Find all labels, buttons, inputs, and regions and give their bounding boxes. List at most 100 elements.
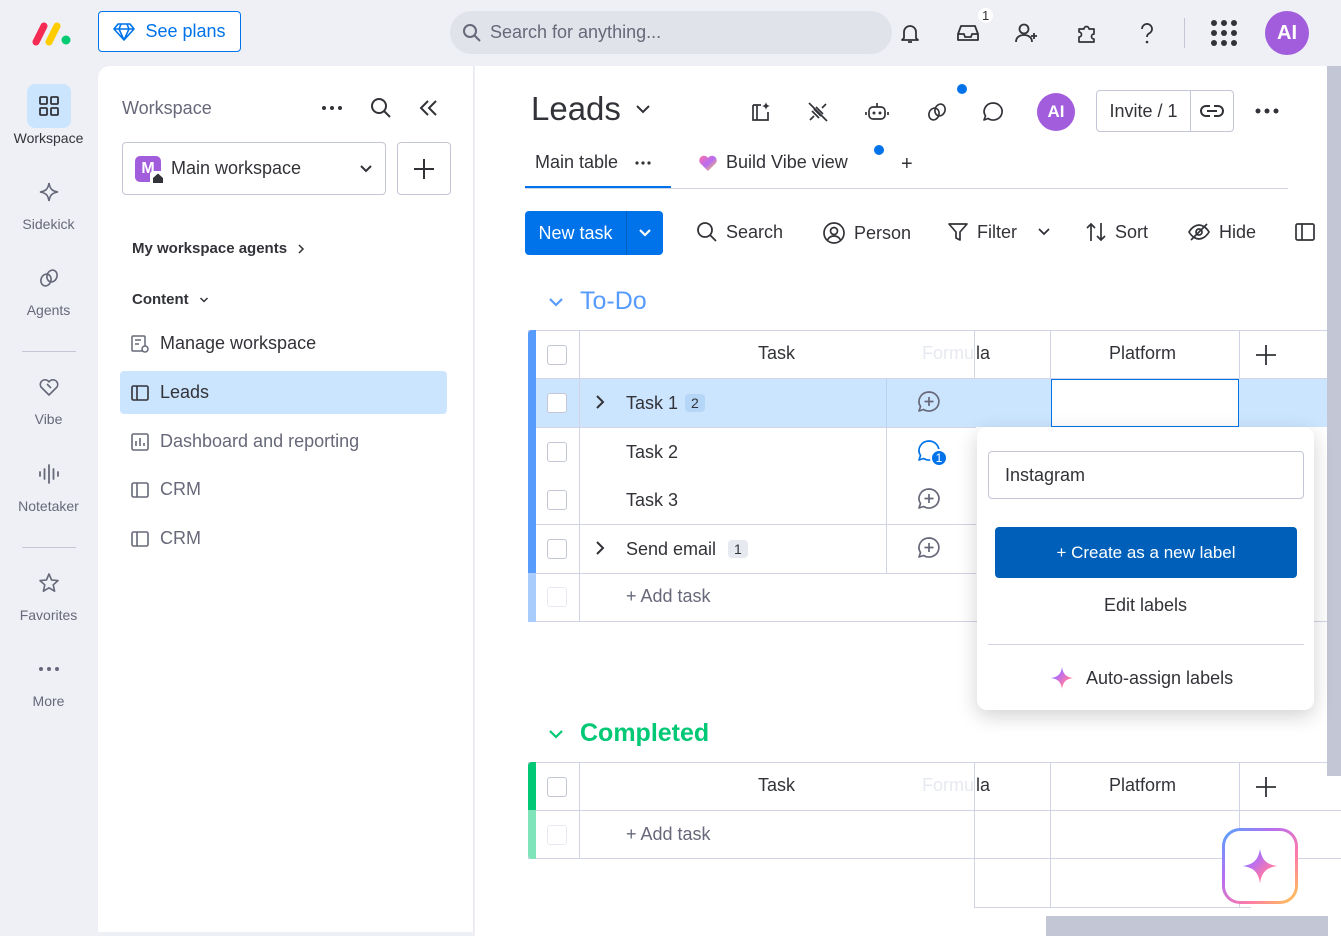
add-column-button[interactable]: [1255, 776, 1277, 798]
summary-row-line: [974, 907, 1251, 908]
rail-separator: [22, 351, 76, 352]
row-checkbox[interactable]: [547, 442, 567, 462]
task-name[interactable]: Send email: [626, 539, 716, 560]
row-checkbox[interactable]: [547, 539, 567, 559]
nav-item-leads[interactable]: Leads: [120, 371, 447, 414]
rail-item-notetaker[interactable]: Notetaker: [0, 452, 97, 514]
add-update-icon[interactable]: [916, 390, 942, 414]
board-icon: [131, 481, 149, 498]
group-header-completed[interactable]: Completed: [548, 719, 709, 748]
updates-chat-icon[interactable]: [977, 96, 1009, 128]
expand-subitems-icon[interactable]: [594, 540, 606, 556]
notifications-bell-icon[interactable]: [893, 16, 927, 50]
hide-tool[interactable]: Hide: [1187, 221, 1256, 243]
select-all-checkbox[interactable]: [547, 777, 567, 797]
apps-puzzle-icon[interactable]: [1070, 16, 1104, 50]
group-header-todo[interactable]: To-Do: [548, 287, 647, 316]
integrations-icon[interactable]: [802, 96, 834, 128]
row-checkbox[interactable]: [547, 490, 567, 510]
board-more-icon[interactable]: [1254, 101, 1280, 121]
workspace-search-icon[interactable]: [369, 96, 393, 120]
workspace-more-icon[interactable]: [320, 98, 344, 118]
column-header-formula[interactable]: la: [976, 775, 990, 796]
sort-tool[interactable]: Sort: [1085, 221, 1148, 243]
add-task-button[interactable]: + Add task: [626, 824, 711, 845]
rail-item-favorites[interactable]: Favorites: [0, 561, 97, 623]
app-switcher-grid-icon[interactable]: [1207, 16, 1241, 50]
column-header-platform[interactable]: Platform: [1109, 343, 1176, 364]
add-view-button[interactable]: +: [901, 153, 913, 176]
rail-item-workspace[interactable]: Workspace: [0, 84, 97, 146]
user-avatar[interactable]: AI: [1265, 11, 1309, 55]
horizontal-scrollbar[interactable]: [1046, 916, 1328, 936]
help-icon[interactable]: [1130, 16, 1164, 50]
ai-assistant-button[interactable]: [1222, 828, 1298, 904]
ai-sparkle-icon: [1225, 831, 1295, 901]
add-update-icon[interactable]: [916, 536, 942, 560]
chevron-down-icon: [549, 297, 563, 307]
column-header-platform[interactable]: Platform: [1109, 775, 1176, 796]
row-checkbox[interactable]: [547, 393, 567, 413]
expand-subitems-icon[interactable]: [594, 394, 606, 410]
global-search-input[interactable]: Search for anything...: [450, 11, 892, 54]
workspace-selector[interactable]: M Main workspace: [122, 142, 386, 195]
board-avatar[interactable]: AI: [1037, 93, 1075, 131]
agents-icon[interactable]: [921, 96, 953, 128]
sidekick-board-icon[interactable]: [745, 96, 777, 128]
vertical-scrollbar[interactable]: [1327, 66, 1341, 776]
filter-tool[interactable]: Filter: [947, 221, 1051, 243]
search-tool[interactable]: Search: [696, 221, 783, 243]
plus-icon: [1256, 345, 1276, 365]
add-task-button[interactable]: + Add task: [626, 586, 711, 607]
column-header-formula[interactable]: la: [976, 343, 990, 364]
task-name[interactable]: Task 1: [626, 393, 678, 414]
edit-labels-button[interactable]: Edit labels: [977, 595, 1314, 616]
nav-item-crm[interactable]: CRM: [120, 468, 447, 511]
column-header-task[interactable]: Task: [758, 775, 795, 796]
auto-assign-labels-button[interactable]: Auto-assign labels: [1050, 666, 1233, 690]
add-item-button[interactable]: [397, 142, 451, 195]
collapse-panel-icon[interactable]: [417, 97, 441, 119]
see-plans-button[interactable]: See plans: [98, 11, 241, 52]
label-search-input[interactable]: Instagram: [988, 451, 1304, 499]
nav-item-crm[interactable]: CRM: [120, 517, 447, 560]
home-icon: [150, 170, 165, 186]
task-name[interactable]: Task 2: [626, 442, 678, 463]
monday-logo[interactable]: [32, 20, 72, 46]
column-header-task[interactable]: Task: [758, 343, 795, 364]
workspace-agents-link[interactable]: My workspace agents: [132, 240, 305, 257]
rail-item-sidekick[interactable]: Sidekick: [0, 170, 97, 232]
content-section-toggle[interactable]: Content: [132, 291, 209, 308]
board-title[interactable]: Leads: [531, 90, 651, 128]
rail-label-sidekick: Sidekick: [22, 216, 75, 232]
create-label-button[interactable]: + Create as a new label: [995, 527, 1297, 578]
rail-item-vibe[interactable]: Vibe: [0, 365, 97, 427]
add-row-checkbox: [547, 587, 567, 607]
rail-item-agents[interactable]: Agents: [0, 256, 97, 318]
invite-button[interactable]: Invite / 1: [1096, 90, 1234, 132]
platform-cell-editing[interactable]: [1051, 379, 1239, 427]
add-update-icon[interactable]: [916, 487, 942, 511]
tab-main-table[interactable]: Main table: [535, 152, 652, 173]
search-placeholder: Search for anything...: [490, 22, 662, 42]
invite-members-icon[interactable]: [1010, 16, 1044, 50]
copy-link-icon[interactable]: [1191, 91, 1233, 131]
chevron-down-icon[interactable]: [1037, 227, 1051, 237]
chevron-down-icon: [199, 296, 208, 303]
filter-icon: [948, 223, 968, 241]
nav-item-dashboard[interactable]: Dashboard and reporting: [120, 420, 447, 463]
new-task-button[interactable]: New task: [525, 211, 663, 255]
topbar-divider: [1184, 18, 1185, 48]
person-tool[interactable]: Person: [822, 221, 911, 245]
automations-robot-icon[interactable]: [861, 96, 893, 128]
invite-label: Invite / 1: [1097, 91, 1191, 131]
add-column-button[interactable]: [1255, 344, 1277, 366]
layout-tool-icon[interactable]: [1294, 221, 1316, 243]
tab-build-vibe-view[interactable]: Build Vibe view: [698, 152, 848, 173]
new-task-dropdown[interactable]: [627, 211, 663, 255]
task-name[interactable]: Task 3: [626, 490, 678, 511]
rail-item-more[interactable]: More: [0, 647, 97, 709]
select-all-checkbox[interactable]: [547, 345, 567, 365]
tab-more-icon[interactable]: [634, 160, 652, 166]
nav-item-manage-workspace[interactable]: Manage workspace: [120, 322, 447, 365]
